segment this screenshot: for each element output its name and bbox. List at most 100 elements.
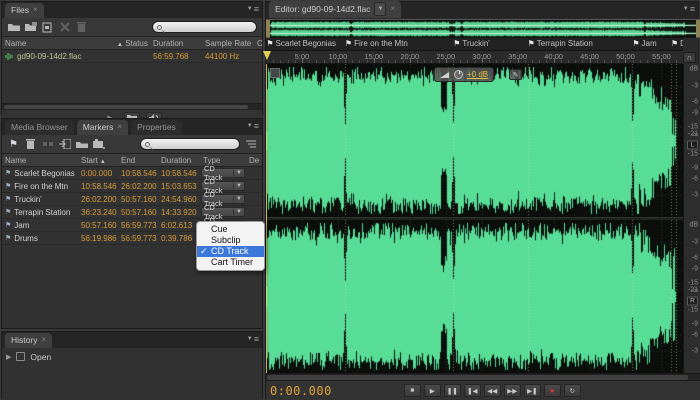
markers-col-end[interactable]: End bbox=[118, 156, 158, 165]
files-tabbar: Files × ▼≡ bbox=[2, 2, 262, 18]
files-col-channels[interactable]: C bbox=[254, 39, 264, 48]
files-horizontal-scrollbar[interactable] bbox=[2, 103, 262, 109]
display-options-icon[interactable] bbox=[270, 68, 280, 78]
marker-flag-icon: ⚑ bbox=[344, 39, 353, 48]
channel-badge-r[interactable]: R bbox=[687, 296, 698, 305]
record-button[interactable]: ● bbox=[543, 384, 561, 397]
marker-bar[interactable]: ⚑ Scarlet Begonias ⚑ Fire on the Mtn ⚑ Trucki… bbox=[266, 38, 683, 51]
amplitude-ruler[interactable]: dB-3-3-6-6-9-9-15-15-21-21-∞LdB-3-3-6-6-… bbox=[683, 64, 700, 373]
chevron-down-icon[interactable]: ▼ bbox=[374, 2, 387, 16]
fast-forward-button[interactable]: ▶▶ bbox=[503, 384, 521, 397]
filter-list-icon[interactable] bbox=[244, 138, 257, 150]
marker-flag-icon: ⚑ bbox=[5, 183, 12, 190]
overview-navigator[interactable] bbox=[266, 19, 700, 38]
db-tick-label: -15 bbox=[687, 306, 698, 314]
files-col-name[interactable]: Name bbox=[2, 39, 112, 48]
tab-editor[interactable]: Editor: gd90-09-14d2.flac ▼ × bbox=[269, 1, 402, 18]
timeline-marker[interactable]: ⚑ Scarlet Begonias bbox=[266, 39, 336, 48]
close-icon[interactable]: × bbox=[390, 5, 395, 13]
markers-col-start[interactable]: Start ▲ bbox=[78, 156, 118, 165]
rewind-button[interactable]: ◀◀ bbox=[483, 384, 501, 397]
history-step-icon bbox=[16, 352, 26, 361]
waveform-left-channel[interactable] bbox=[266, 64, 683, 217]
files-empty-area bbox=[2, 63, 262, 103]
channel-badge-l[interactable]: L bbox=[687, 140, 698, 149]
ruler-tick bbox=[323, 60, 325, 63]
delete-marker-icon[interactable] bbox=[24, 138, 37, 150]
tab-files[interactable]: Files × bbox=[5, 3, 44, 18]
hud-pin-icon[interactable]: ✎ bbox=[509, 69, 522, 80]
add-marker-icon[interactable]: ⚑ bbox=[7, 138, 20, 150]
skip-to-end-button[interactable]: ▶❚ bbox=[523, 384, 541, 397]
ruler-tick bbox=[496, 60, 498, 63]
files-toolbar bbox=[2, 18, 262, 37]
close-icon[interactable]: × bbox=[41, 336, 46, 344]
markers-col-duration[interactable]: Duration bbox=[158, 156, 200, 165]
ruler-tick bbox=[532, 60, 534, 63]
waveform-right-channel[interactable] bbox=[266, 220, 683, 373]
ruler-tick bbox=[352, 60, 354, 63]
editor-horizontal-scrollbar[interactable] bbox=[266, 373, 700, 380]
new-file-icon[interactable] bbox=[41, 21, 54, 33]
pause-button[interactable]: ❚❚ bbox=[443, 384, 461, 397]
playhead-handle[interactable] bbox=[263, 51, 271, 60]
overview-left-handle[interactable] bbox=[266, 20, 270, 37]
panel-menu-icon[interactable]: ▼≡ bbox=[247, 5, 259, 14]
export-markers-icon[interactable] bbox=[75, 138, 88, 150]
menu-item-cart-timer[interactable]: Cart Timer bbox=[197, 257, 264, 268]
channel-divider[interactable] bbox=[266, 217, 683, 220]
overview-right-handle[interactable] bbox=[696, 20, 700, 37]
files-col-duration[interactable]: Duration bbox=[150, 39, 202, 48]
tab-properties[interactable]: Properties bbox=[131, 120, 182, 135]
panel-menu-icon[interactable]: ▼≡ bbox=[247, 335, 259, 344]
current-state-icon: ▶ bbox=[6, 353, 12, 361]
menu-item-subclip[interactable]: Subclip bbox=[197, 235, 264, 246]
insert-into-multitrack-icon[interactable] bbox=[58, 138, 71, 150]
tab-media-browser[interactable]: Media Browser bbox=[5, 120, 74, 135]
skip-to-start-button[interactable]: ❚◀ bbox=[463, 384, 481, 397]
waveform-display[interactable]: dB-3-3-6-6-9-9-15-15-21-21-∞LdB-3-3-6-6-… bbox=[266, 64, 700, 373]
playhead-line[interactable] bbox=[266, 64, 267, 373]
loop-button[interactable]: ↻ bbox=[563, 384, 581, 397]
ruler-tick bbox=[287, 60, 289, 63]
timeline-ruler[interactable]: 5:00 10:00 15:00 20:00 25:00 30:00 35:00 40:00 4… bbox=[263, 51, 683, 64]
timeline-marker[interactable]: ⚑ Terrapin Station bbox=[528, 39, 593, 48]
files-row[interactable]: gd90-09-14d2.flac 56:59.768 44100 Hz bbox=[2, 50, 262, 63]
gain-hud[interactable]: +0 dB bbox=[434, 67, 495, 82]
files-col-samplerate[interactable]: Sample Rate bbox=[202, 39, 254, 48]
ruler-tick bbox=[431, 60, 433, 63]
gain-value[interactable]: +0 dB bbox=[467, 70, 488, 79]
marker-flag-icon: ⚑ bbox=[5, 170, 12, 177]
gain-knob[interactable] bbox=[454, 70, 463, 79]
timeline-marker[interactable]: ⚑ Fire on the Mtn bbox=[345, 39, 408, 48]
play-button[interactable]: ▶ bbox=[423, 384, 441, 397]
close-icon[interactable]: × bbox=[117, 123, 122, 131]
files-col-status[interactable]: ▲ Status bbox=[112, 39, 150, 48]
history-entry[interactable]: ▶ Open bbox=[6, 350, 258, 363]
menu-item-cue[interactable]: Cue bbox=[197, 224, 264, 235]
files-search-input[interactable] bbox=[152, 21, 257, 33]
ruler-tick-label: 30:00 bbox=[472, 52, 492, 61]
tab-markers[interactable]: Markers × bbox=[76, 120, 129, 135]
files-table-header[interactable]: Name ▲ Status Duration Sample Rate C bbox=[2, 37, 264, 50]
markers-tabbar: Media Browser Markers × Properties ▼≡ bbox=[2, 119, 262, 135]
markers-col-name[interactable]: Name bbox=[2, 156, 78, 165]
open-file-icon[interactable] bbox=[7, 21, 20, 33]
stop-button[interactable]: ■ bbox=[403, 384, 421, 397]
menu-item-cd-track[interactable]: ✓ CD Track bbox=[197, 246, 264, 257]
db-tick-label: -6 bbox=[691, 175, 698, 183]
timeline-marker[interactable]: ⚑ Truckin' bbox=[453, 39, 490, 48]
markers-search-input[interactable] bbox=[140, 138, 240, 150]
timeline-marker[interactable]: ⚑ Jam bbox=[632, 39, 656, 48]
panel-menu-icon[interactable]: ▼≡ bbox=[247, 122, 259, 131]
markers-col-description[interactable]: De bbox=[246, 156, 260, 165]
import-file-icon[interactable] bbox=[24, 21, 37, 33]
export-audio-icon[interactable] bbox=[92, 138, 105, 150]
timeline-marker[interactable]: ⚑Drums bbox=[671, 39, 683, 48]
ruler-tick bbox=[424, 60, 426, 63]
panel-menu-icon[interactable]: ▼≡ bbox=[683, 5, 695, 14]
ruler-tick bbox=[316, 60, 318, 63]
snap-toggle-icon[interactable]: ∩ bbox=[683, 52, 696, 63]
close-icon[interactable]: × bbox=[33, 6, 38, 14]
tab-history[interactable]: History × bbox=[5, 333, 53, 348]
